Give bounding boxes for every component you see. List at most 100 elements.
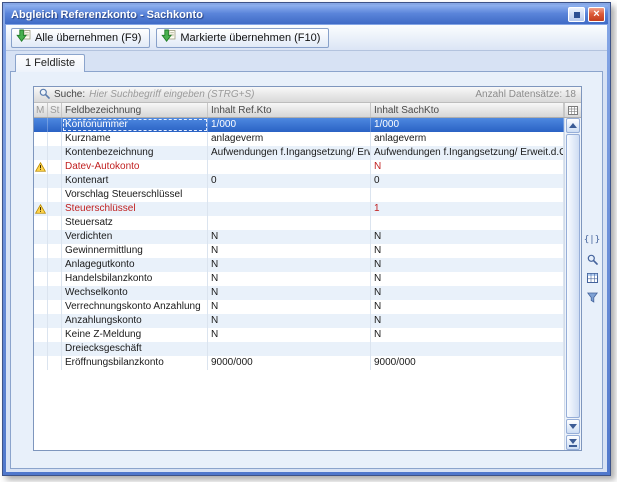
cell-sach: anlageverm bbox=[371, 132, 564, 146]
table-row[interactable]: Eröffnungsbilanzkonto9000/0009000/000 bbox=[34, 356, 564, 370]
titlebar-aux-button[interactable] bbox=[568, 7, 585, 22]
apply-all-label: Alle übernehmen (F9) bbox=[35, 32, 141, 44]
cell-m bbox=[34, 286, 48, 300]
screen: Abgleich Referenzkonto - Sachkonto × bbox=[0, 0, 617, 482]
cell-ref bbox=[208, 160, 371, 174]
record-pager-icon[interactable]: {|} bbox=[585, 233, 600, 248]
column-options-button[interactable] bbox=[564, 103, 581, 117]
cell-ref bbox=[208, 216, 371, 230]
cell-st bbox=[48, 202, 62, 216]
search-label: Suche: bbox=[54, 89, 85, 100]
cell-m bbox=[34, 188, 48, 202]
vertical-scrollbar[interactable] bbox=[564, 118, 581, 450]
table-row[interactable]: HandelsbilanzkontoNN bbox=[34, 272, 564, 286]
table-row[interactable]: Kontenart00 bbox=[34, 174, 564, 188]
table-row[interactable]: Verrechnungskonto AnzahlungNN bbox=[34, 300, 564, 314]
column-header-inhalt-refkto[interactable]: Inhalt Ref.Kto bbox=[208, 103, 371, 117]
cell-ref bbox=[208, 202, 371, 216]
table-row[interactable]: Datev-AutokontoN bbox=[34, 160, 564, 174]
scroll-thumb[interactable] bbox=[566, 134, 580, 418]
cell-field: Kurzname bbox=[62, 132, 208, 146]
grid-tools-strip: {|} bbox=[584, 86, 600, 451]
table-row[interactable]: Vorschlag Steuerschlüssel bbox=[34, 188, 564, 202]
table-row[interactable]: Keine Z-MeldungNN bbox=[34, 328, 564, 342]
cell-sach: 1/000 bbox=[371, 118, 564, 132]
apply-marked-button[interactable]: Markierte übernehmen (F10) bbox=[156, 28, 329, 48]
column-options-icon bbox=[568, 106, 578, 115]
cell-field: Steuerschlüssel bbox=[62, 202, 208, 216]
cell-sach: N bbox=[371, 300, 564, 314]
cell-st bbox=[48, 188, 62, 202]
table-row[interactable]: Dreiecksgeschäft bbox=[34, 342, 564, 356]
scroll-down-button[interactable] bbox=[566, 419, 580, 434]
apply-all-icon bbox=[16, 29, 31, 46]
cell-m bbox=[34, 272, 48, 286]
scroll-to-end-button[interactable] bbox=[566, 435, 580, 450]
column-header-inhalt-sachkto[interactable]: Inhalt SachKto bbox=[371, 103, 564, 117]
close-button[interactable]: × bbox=[588, 7, 605, 22]
cell-m bbox=[34, 174, 48, 188]
apply-all-button[interactable]: Alle übernehmen (F9) bbox=[11, 28, 150, 48]
cell-m bbox=[34, 118, 48, 132]
toolbar: Alle übernehmen (F9) Markierte übernehme… bbox=[6, 25, 607, 51]
column-header-st[interactable]: St bbox=[48, 103, 62, 117]
table-rows: Kontonummer1/0001/000Kurznameanlageverma… bbox=[34, 118, 564, 450]
table-row[interactable]: GewinnermittlungNN bbox=[34, 244, 564, 258]
table-row[interactable]: Kontonummer1/0001/000 bbox=[34, 118, 564, 132]
cell-m bbox=[34, 132, 48, 146]
window-title: Abgleich Referenzkonto - Sachkonto bbox=[11, 9, 565, 21]
table-row[interactable]: KontenbezeichnungAufwendungen f.Ingangse… bbox=[34, 146, 564, 160]
cell-field: Kontenbezeichnung bbox=[62, 146, 208, 160]
arrow-up-icon bbox=[569, 123, 577, 128]
table-row[interactable]: Kurznameanlagevermanlageverm bbox=[34, 132, 564, 146]
column-header-m[interactable]: M bbox=[34, 103, 48, 117]
arrow-down-icon bbox=[569, 424, 577, 429]
search-tool-icon[interactable] bbox=[585, 252, 600, 267]
cell-ref: N bbox=[208, 314, 371, 328]
cell-m bbox=[34, 342, 48, 356]
cell-sach: N bbox=[371, 328, 564, 342]
cell-m bbox=[34, 258, 48, 272]
cell-sach: N bbox=[371, 272, 564, 286]
table-row[interactable]: AnzahlungskontoNN bbox=[34, 314, 564, 328]
scroll-up-button[interactable] bbox=[566, 118, 580, 133]
cell-st bbox=[48, 314, 62, 328]
cell-sach: N bbox=[371, 160, 564, 174]
titlebar[interactable]: Abgleich Referenzkonto - Sachkonto × bbox=[5, 5, 608, 24]
cell-field: Anzahlungskonto bbox=[62, 314, 208, 328]
apply-marked-label: Markierte übernehmen (F10) bbox=[180, 32, 320, 44]
cell-field: Wechselkonto bbox=[62, 286, 208, 300]
dialog-window: Abgleich Referenzkonto - Sachkonto × bbox=[2, 2, 611, 476]
table-row[interactable]: WechselkontoNN bbox=[34, 286, 564, 300]
cell-m bbox=[34, 230, 48, 244]
cell-ref bbox=[208, 342, 371, 356]
cell-field: Vorschlag Steuerschlüssel bbox=[62, 188, 208, 202]
arrow-down-icon bbox=[569, 439, 577, 444]
cell-sach: Aufwendungen f.Ingangsetzung/ Erweit.d.G… bbox=[371, 146, 564, 160]
cell-st bbox=[48, 286, 62, 300]
cell-ref: N bbox=[208, 328, 371, 342]
cell-field: Anlagegutkonto bbox=[62, 258, 208, 272]
table-row[interactable]: Steuersatz bbox=[34, 216, 564, 230]
table-row[interactable]: AnlagegutkontoNN bbox=[34, 258, 564, 272]
cell-ref: 1/000 bbox=[208, 118, 371, 132]
cell-st bbox=[48, 132, 62, 146]
cell-st bbox=[48, 174, 62, 188]
cell-field: Handelsbilanzkonto bbox=[62, 272, 208, 286]
filter-icon[interactable] bbox=[585, 290, 600, 305]
table-row[interactable]: Steuerschlüssel1 bbox=[34, 202, 564, 216]
search-input[interactable] bbox=[89, 88, 471, 102]
cell-m bbox=[34, 314, 48, 328]
cell-st bbox=[48, 272, 62, 286]
table-view-icon[interactable] bbox=[585, 271, 600, 286]
cell-field: Verdichten bbox=[62, 230, 208, 244]
cell-m bbox=[34, 216, 48, 230]
cell-m bbox=[34, 146, 48, 160]
tab-feldliste[interactable]: 1 Feldliste bbox=[15, 54, 85, 72]
table-row[interactable]: VerdichtenNN bbox=[34, 230, 564, 244]
cell-ref: 0 bbox=[208, 174, 371, 188]
cell-ref: Aufwendungen f.Ingangsetzung/ Erweit.d.G… bbox=[208, 146, 371, 160]
column-header-feldbezeichnung[interactable]: Feldbezeichnung bbox=[62, 103, 208, 117]
cell-st bbox=[48, 342, 62, 356]
cell-ref: N bbox=[208, 244, 371, 258]
